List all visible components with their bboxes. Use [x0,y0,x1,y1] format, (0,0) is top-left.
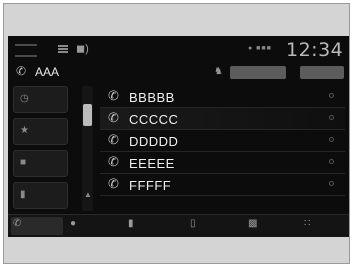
contact-icon: ♞ [214,66,223,77]
outgoing-call-icon: ✆ [108,110,119,125]
handset-icon: ▯ [190,218,196,229]
call-control-mute[interactable]: ● [68,217,118,235]
list-item[interactable]: ✆ CCCCC [100,108,345,130]
volume-icon: ◼) [76,43,89,55]
outgoing-call-icon: ✆ [108,88,119,103]
phone-icon: ✆ [16,64,27,78]
transfer-icon: ▩ [248,218,258,229]
call-entry-name: BBBBB [129,90,175,105]
left-menu-item-recent[interactable]: ◷ [13,86,68,113]
info-icon[interactable] [329,137,334,142]
status-bar: ◼) ● ■■■ 12:34 [8,36,349,62]
audio-icon: ▮ [128,218,134,229]
header-action-button-1[interactable] [230,66,286,79]
info-icon[interactable] [329,93,334,98]
scroll-thumb[interactable] [83,104,92,126]
call-control-handset[interactable]: ▯ [188,217,238,235]
signal-icon: ● ■■■ [248,45,272,52]
app-logo-icon [15,44,37,57]
menu-icon[interactable] [58,45,68,53]
left-menu-item-favorites[interactable]: ★ [13,118,68,145]
call-control-phone[interactable]: ✆ [11,217,63,235]
active-call-header: ✆ AAA ♞ [8,63,349,83]
list-item[interactable]: ✆ FFFFF [100,174,345,196]
list-item[interactable]: ✆ EEEEE [100,152,345,174]
call-control-audio[interactable]: ▮ [126,217,181,235]
left-menu-item-contacts[interactable]: ■ [13,150,68,177]
list-scrollbar[interactable]: ▲ [82,86,93,211]
call-entry-name: CCCCC [129,112,179,127]
outgoing-call-icon: ✆ [108,132,119,147]
left-menu-item-keypad[interactable]: ▮ [13,182,68,209]
call-entry-name: EEEEE [129,156,175,171]
call-entry-name: DDDDD [129,134,179,149]
contacts-icon: ■ [20,157,27,168]
display-frame: ◼) ● ■■■ 12:34 ✆ AAA ♞ ◷ ★ ■ ▮ ▲ ✆ BBBBB… [3,3,350,264]
scroll-end-icon: ▲ [84,190,92,199]
phone-icon: ✆ [13,218,22,229]
call-entry-name: FFFFF [129,178,172,193]
recent-calls-icon: ◷ [20,93,29,104]
left-menu: ◷ ★ ■ ▮ [13,86,68,214]
list-item[interactable]: ✆ DDDDD [100,130,345,152]
call-control-transfer[interactable]: ▩ [246,217,296,235]
clock: 12:34 [286,39,344,61]
favorites-icon: ★ [20,125,29,136]
outgoing-call-icon: ✆ [108,154,119,169]
header-action-button-2[interactable] [300,66,344,79]
phone-screen: ◼) ● ■■■ 12:34 ✆ AAA ♞ ◷ ★ ■ ▮ ▲ ✆ BBBBB… [8,36,349,237]
info-icon[interactable] [329,181,334,186]
info-icon[interactable] [329,115,334,120]
call-history-list: ✆ BBBBB ✆ CCCCC ✆ DDDDD ✆ EEEEE ✆ FFFFF [100,86,345,196]
info-icon[interactable] [329,159,334,164]
list-item[interactable]: ✆ BBBBB [100,86,345,108]
dialpad-icon: ∷ [304,218,311,229]
mute-icon: ● [70,218,77,229]
call-controls-bar: ✆ ● ▮ ▯ ▩ ∷ [8,214,349,237]
outgoing-call-icon: ✆ [108,176,119,191]
caller-name: AAA [35,65,60,79]
call-control-dialpad[interactable]: ∷ [302,217,346,235]
keypad-icon: ▮ [20,189,26,200]
